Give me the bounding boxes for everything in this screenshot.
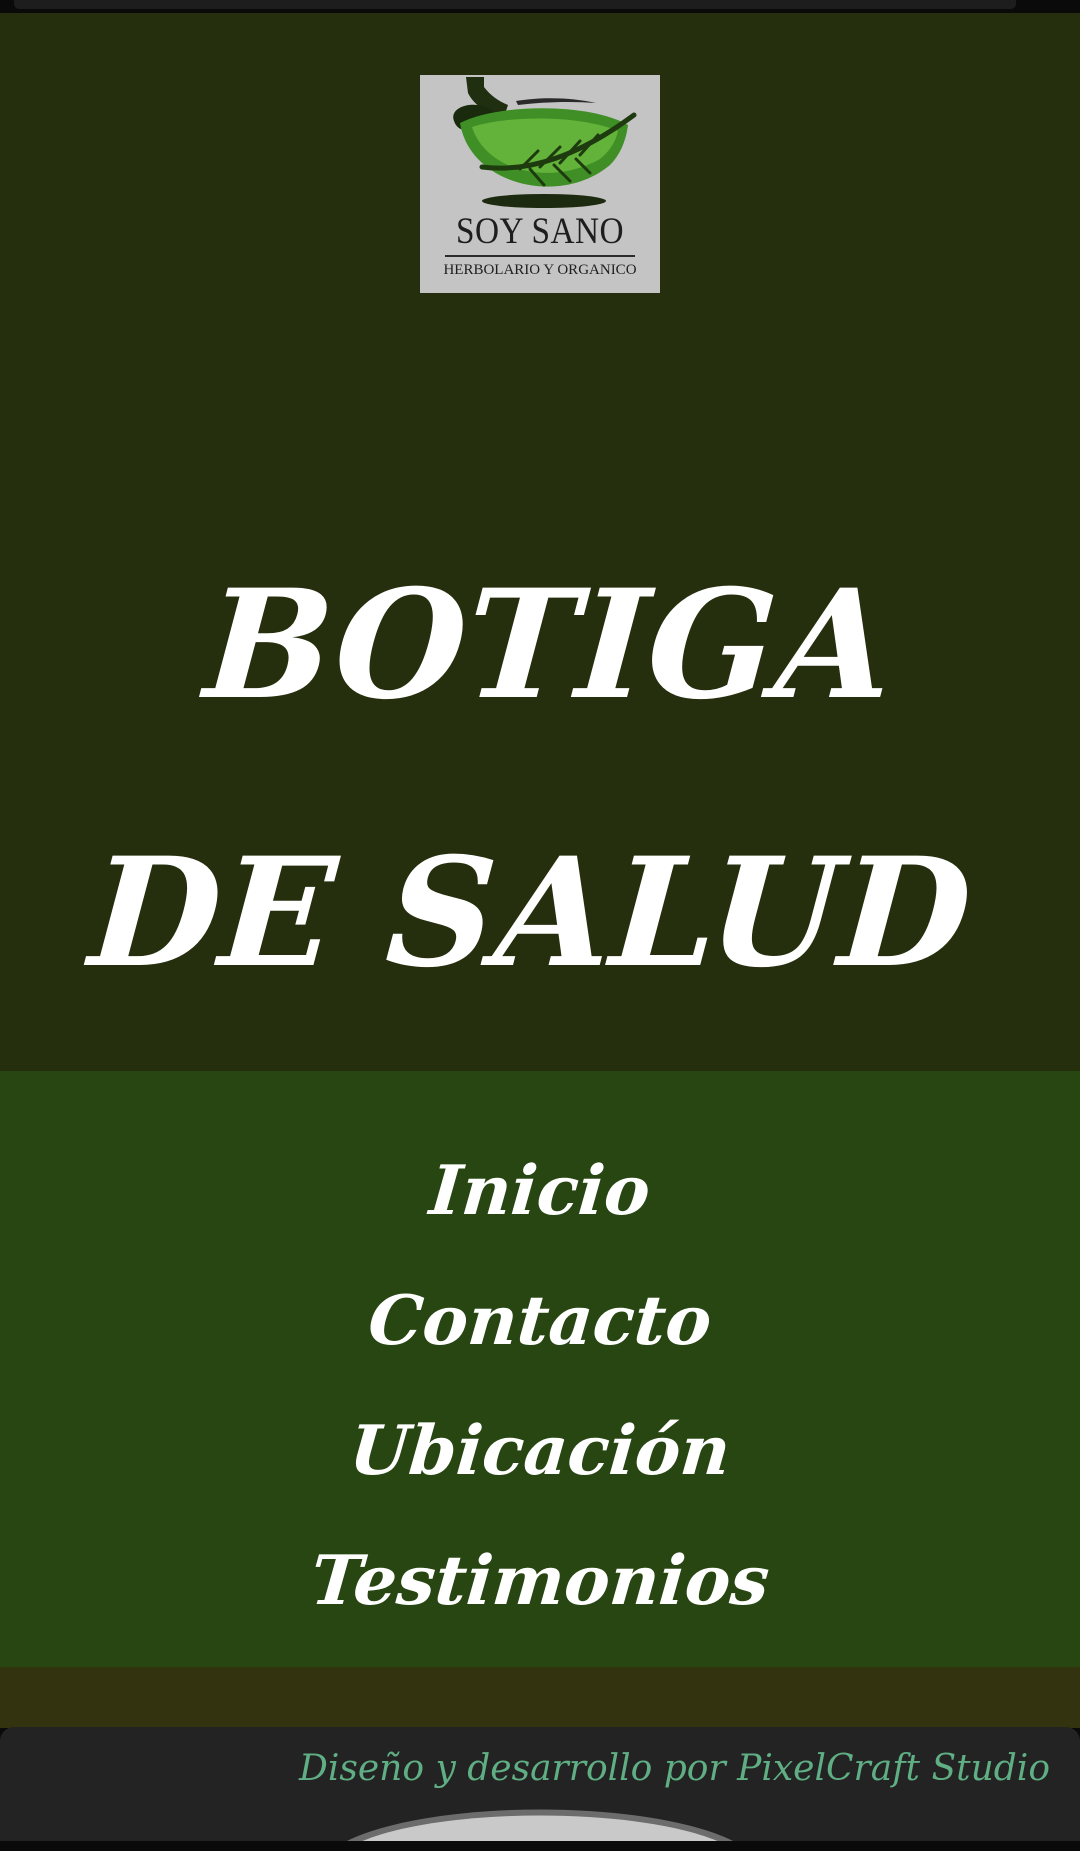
logo-name: SOY SANO <box>456 211 624 252</box>
nav-item-contacto[interactable]: Contacto <box>0 1276 1080 1366</box>
site-footer: Diseño y desarrollo por PixelCraft Studi… <box>0 1727 1080 1841</box>
mortar-leaf-icon <box>453 77 637 208</box>
nav-item-testimonios[interactable]: Testimonios <box>0 1536 1080 1626</box>
main-nav: Inicio Contacto Ubicación Testimonios <box>0 1071 1080 1667</box>
footer-credit[interactable]: Diseño y desarrollo por PixelCraft Studi… <box>299 1751 1050 1787</box>
top-strip <box>0 0 1080 13</box>
site-header: SOY SANO HERBOLARIO Y ORGANICO BOTIGA DE… <box>0 13 1080 1071</box>
top-bar <box>14 0 1016 9</box>
logo-tagline: HERBOLARIO Y ORGANICO <box>443 262 637 278</box>
divider-band <box>0 1667 1080 1728</box>
logo-divider <box>445 255 635 257</box>
nav-item-inicio[interactable]: Inicio <box>0 1146 1080 1236</box>
nav-item-ubicacion[interactable]: Ubicación <box>0 1406 1080 1496</box>
logo[interactable]: SOY SANO HERBOLARIO Y ORGANICO <box>420 75 660 293</box>
scroll-top-arc-icon[interactable] <box>336 1787 744 1841</box>
bottom-strip <box>0 1841 1080 1851</box>
hero-title: BOTIGA DE SALUD <box>84 557 977 1001</box>
